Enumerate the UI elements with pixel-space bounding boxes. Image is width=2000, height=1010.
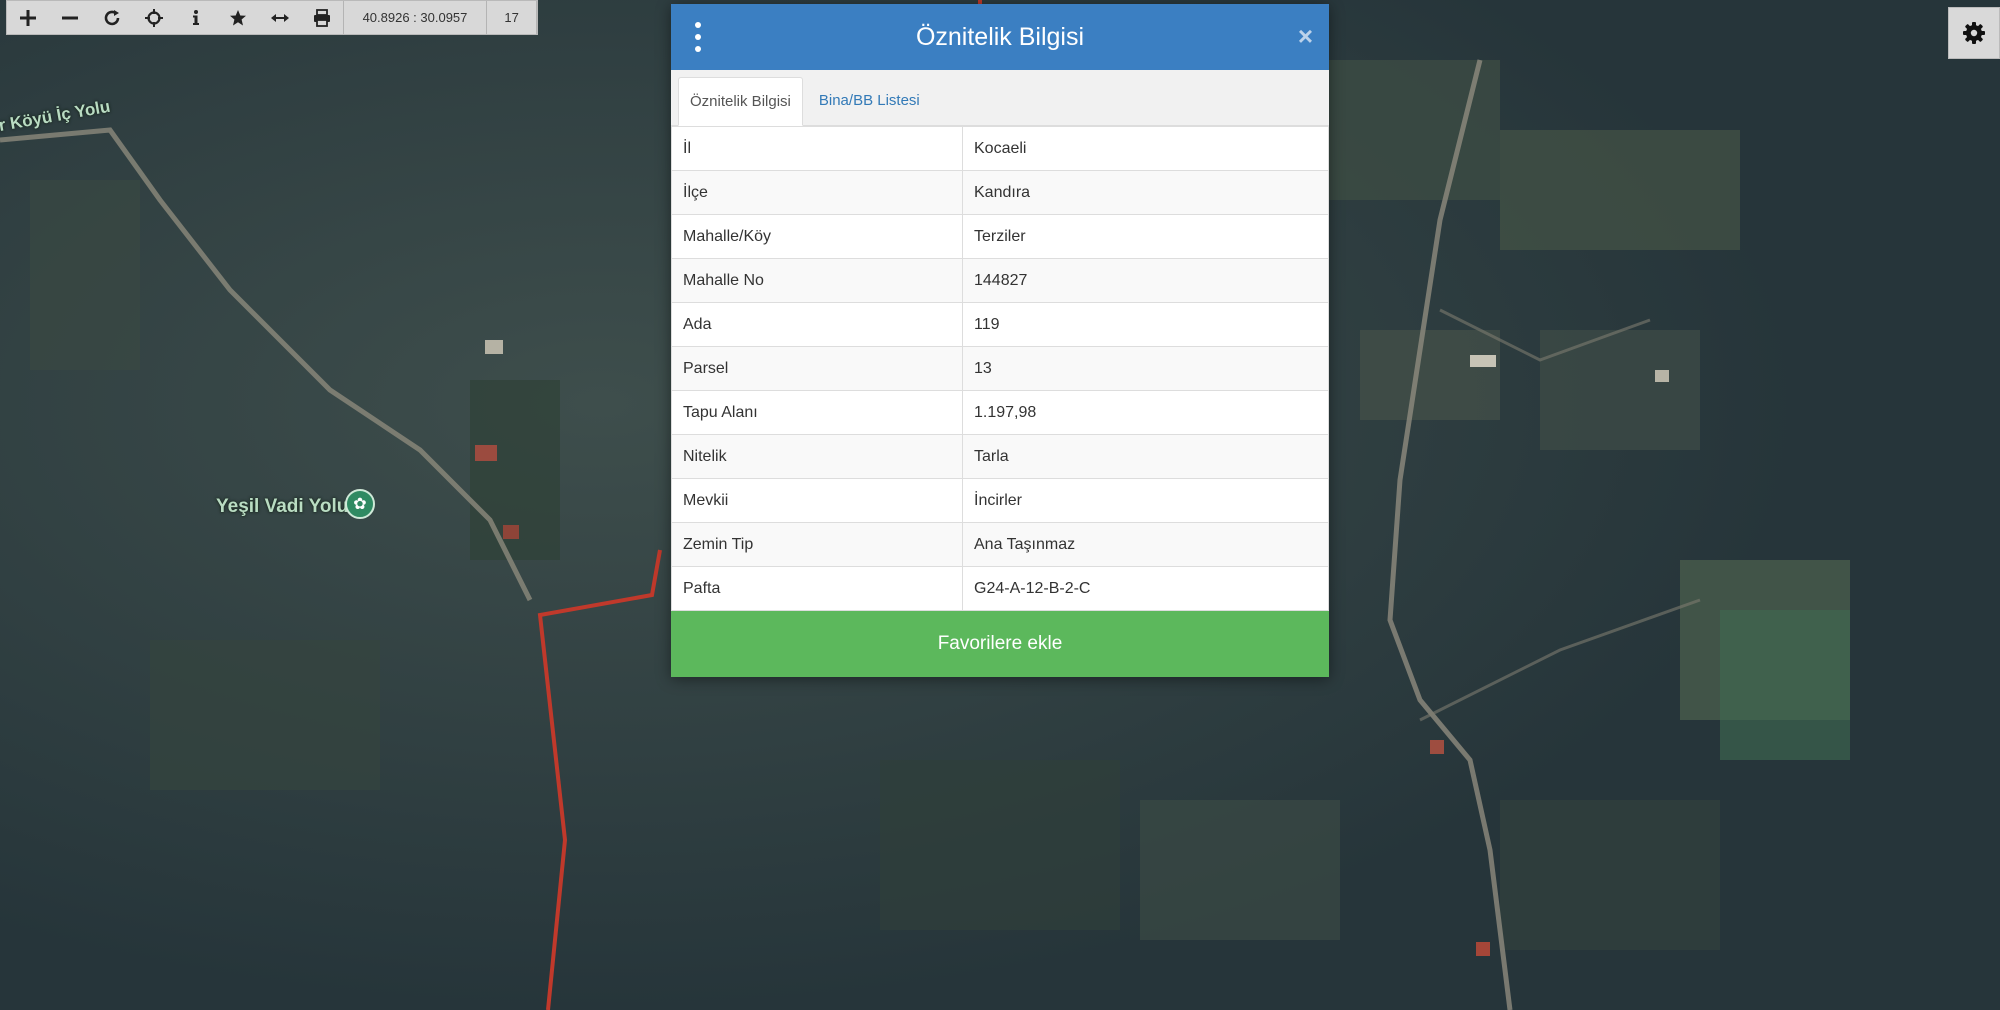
dialog-tabs: Öznitelik Bilgisi Bina/BB Listesi <box>671 70 1329 126</box>
coordinate-readout: 40.8926 : 30.0957 <box>342 1 486 34</box>
row-value: 13 <box>962 346 1329 391</box>
row-key: İl <box>671 126 963 171</box>
table-row: Pafta G24-A-12-B-2-C <box>671 566 1329 611</box>
close-icon[interactable]: × <box>1298 23 1313 49</box>
measure-button[interactable] <box>259 1 301 34</box>
row-key: Nitelik <box>671 434 963 479</box>
info-icon <box>192 9 199 25</box>
table-row: Tapu Alanı 1.197,98 <box>671 390 1329 435</box>
row-value: İncirler <box>962 478 1329 523</box>
info-button[interactable] <box>175 1 217 34</box>
minus-icon <box>61 16 78 19</box>
refresh-button[interactable] <box>91 1 133 34</box>
place-label[interactable]: Yeşil Vadi Yolu <box>216 496 348 518</box>
dialog-title: Öznitelik Bilgisi <box>915 22 1085 51</box>
row-value: Kandıra <box>962 170 1329 215</box>
locate-button[interactable] <box>133 1 175 34</box>
row-value: Ana Taşınmaz <box>962 522 1329 567</box>
attribute-table: İl Kocaeli İlçe Kandıra Mahalle/Köy Terzile… <box>671 126 1329 611</box>
tab-attribute-info[interactable]: Öznitelik Bilgisi <box>678 77 803 126</box>
table-row: Mahalle No 144827 <box>671 258 1329 303</box>
table-row: Zemin Tip Ana Taşınmaz <box>671 522 1329 567</box>
row-key: Mahalle No <box>671 258 963 303</box>
row-value: 1.197,98 <box>962 390 1329 435</box>
row-key: Zemin Tip <box>671 522 963 567</box>
row-value: G24-A-12-B-2-C <box>962 566 1329 611</box>
table-row: İlçe Kandıra <box>671 170 1329 215</box>
row-key: Pafta <box>671 566 963 611</box>
row-value: 119 <box>962 302 1329 347</box>
zoom-level-readout: 17 <box>486 1 538 34</box>
row-key: Mevkii <box>671 478 963 523</box>
row-value: Terziler <box>962 214 1329 259</box>
zoom-in-button[interactable] <box>7 1 49 34</box>
table-row: Ada 119 <box>671 302 1329 347</box>
plus-icon <box>19 9 36 26</box>
row-key: Ada <box>671 302 963 347</box>
row-key: Tapu Alanı <box>671 390 963 435</box>
gear-icon <box>1963 22 1985 44</box>
add-to-favorites-button[interactable]: Favorilere ekle <box>671 611 1329 677</box>
row-key: Mahalle/Köy <box>671 214 963 259</box>
favorite-button[interactable] <box>217 1 259 34</box>
zoom-out-button[interactable] <box>49 1 91 34</box>
row-value: 144827 <box>962 258 1329 303</box>
table-row: Nitelik Tarla <box>671 434 1329 479</box>
horizontal-arrows-icon <box>270 13 289 22</box>
print-icon <box>313 8 330 27</box>
row-key: Parsel <box>671 346 963 391</box>
dialog-header: Öznitelik Bilgisi × <box>671 4 1329 70</box>
row-key: İlçe <box>671 170 963 215</box>
table-row: İl Kocaeli <box>671 126 1329 171</box>
tab-building-list[interactable]: Bina/BB Listesi <box>803 76 931 125</box>
park-pin-icon[interactable]: ✿ <box>345 489 375 519</box>
settings-button[interactable] <box>1948 7 2000 59</box>
row-value: Tarla <box>962 434 1329 479</box>
table-row: Parsel 13 <box>671 346 1329 391</box>
table-row: Mevkii İncirler <box>671 478 1329 523</box>
refresh-icon <box>104 9 120 25</box>
print-button[interactable] <box>301 1 343 34</box>
star-icon <box>229 9 246 25</box>
table-row: Mahalle/Köy Terziler <box>671 214 1329 259</box>
attribute-dialog: Öznitelik Bilgisi × Öznitelik Bilgisi Bi… <box>671 4 1329 677</box>
map-toolbar: 40.8926 : 30.0957 17 <box>6 0 538 35</box>
crosshair-icon <box>144 8 163 27</box>
row-value: Kocaeli <box>962 126 1329 171</box>
vertical-dots-icon[interactable] <box>691 22 705 52</box>
